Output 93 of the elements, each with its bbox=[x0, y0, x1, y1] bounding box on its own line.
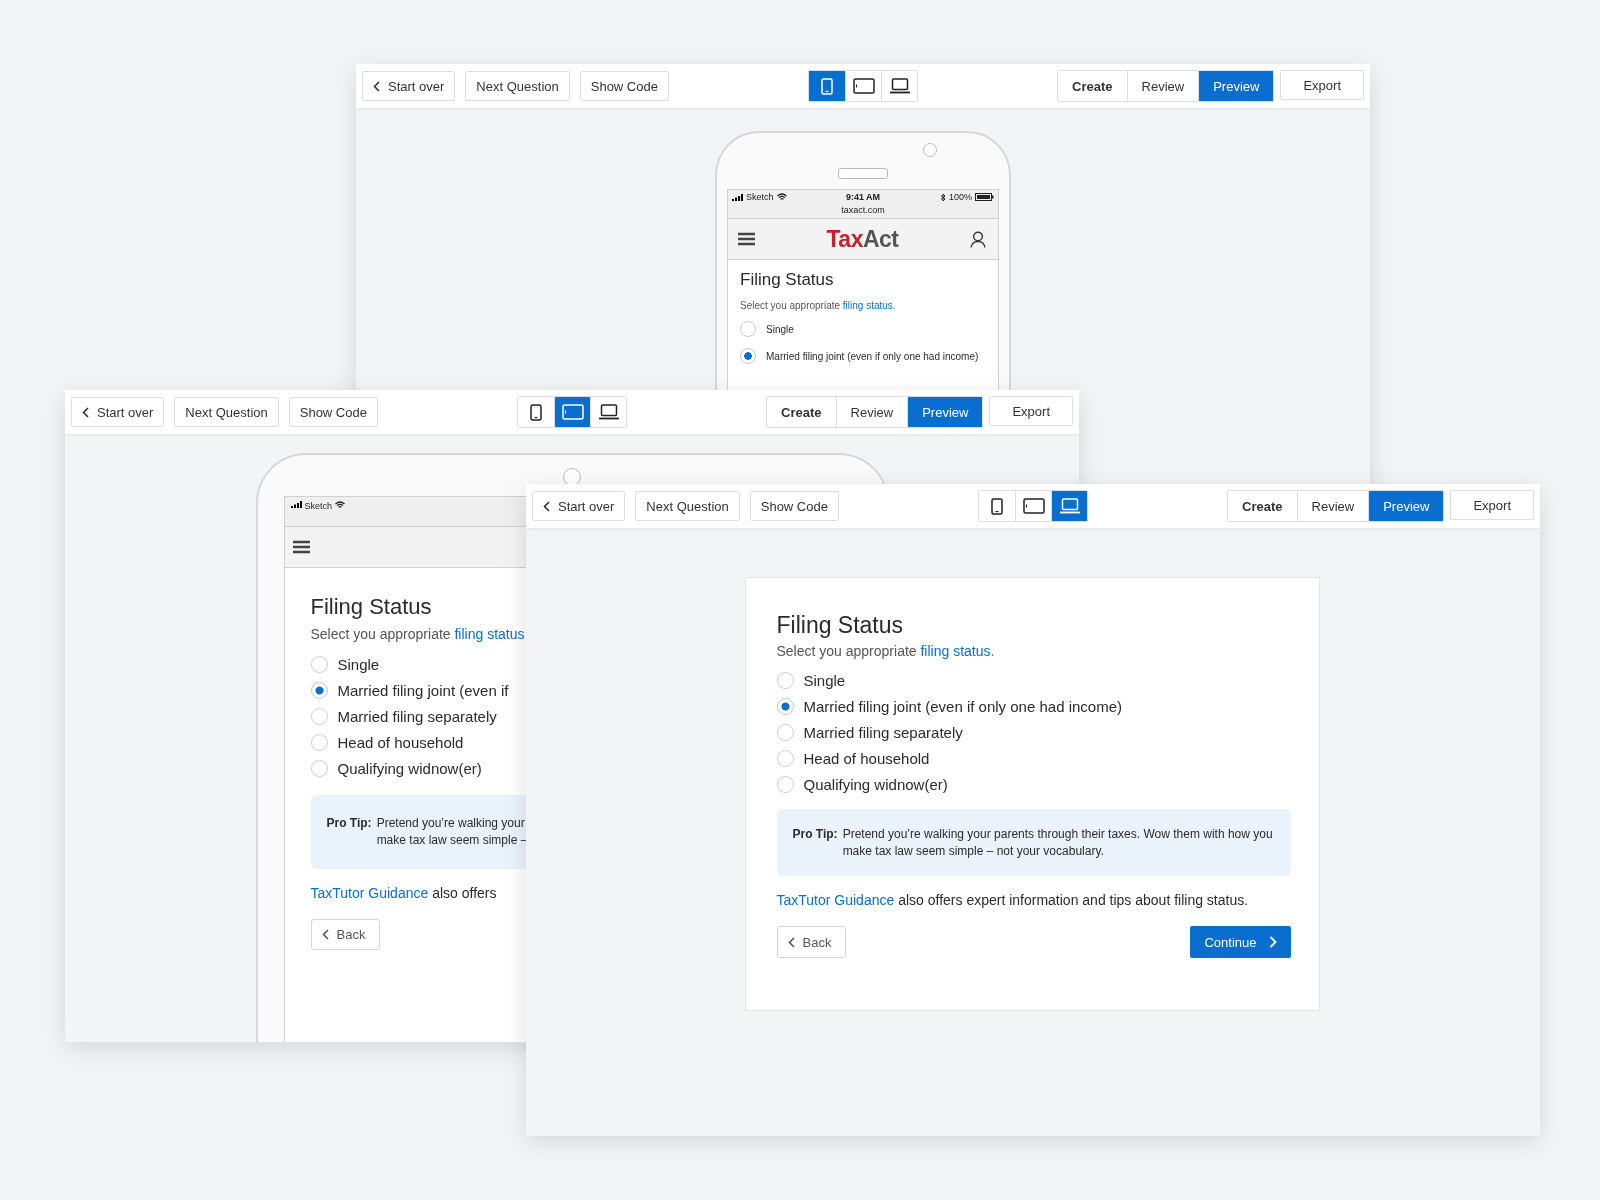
option-label: Single bbox=[766, 323, 794, 335]
camera-icon bbox=[923, 143, 937, 157]
tablet-icon bbox=[561, 404, 584, 420]
form-title: Filing Status bbox=[740, 270, 835, 290]
clock-text: 9:41 AM bbox=[845, 192, 881, 202]
continue-button[interactable]: Continue bbox=[1190, 926, 1291, 958]
radio-button[interactable] bbox=[310, 682, 328, 699]
export-button[interactable]: Export bbox=[1450, 490, 1534, 520]
signal-icon bbox=[732, 193, 743, 201]
device-toggle[interactable] bbox=[881, 71, 917, 101]
radio-button[interactable] bbox=[776, 698, 794, 715]
option-label: Single bbox=[337, 656, 380, 673]
device-toggle[interactable] bbox=[590, 397, 626, 427]
chevron-right-icon bbox=[1268, 936, 1277, 948]
chevron-left-icon bbox=[373, 80, 380, 92]
option-label: Qualifying widnow(er) bbox=[803, 776, 948, 793]
radio-button[interactable] bbox=[310, 656, 328, 673]
battery-icon bbox=[975, 193, 994, 201]
menu-icon[interactable] bbox=[292, 540, 310, 554]
intro-text: Select you appropriate filing status. bbox=[740, 300, 897, 311]
pro-tip-text: Pretend you’re walking your parents through their taxes. Wow them with how you make tax law seem simple – not your vocabulary. bbox=[842, 826, 1273, 860]
radio-button[interactable] bbox=[776, 776, 794, 793]
show-code-button[interactable]: Show Code bbox=[749, 491, 839, 521]
speaker-icon bbox=[838, 168, 888, 179]
option-label: Married filing joint (even if only one had income) bbox=[803, 698, 1122, 715]
export-button[interactable]: Export bbox=[1280, 70, 1364, 100]
mode-tab[interactable]: Preview bbox=[1198, 71, 1274, 101]
taxtutor-guidance-link[interactable]: TaxTutor Guidance bbox=[776, 892, 895, 908]
logo: TaxAct bbox=[826, 225, 899, 253]
back-button[interactable]: Back bbox=[310, 919, 381, 950]
laptop-icon bbox=[888, 78, 911, 94]
show-code-button[interactable]: Show Code bbox=[288, 397, 378, 427]
bluetooth-icon bbox=[939, 192, 946, 202]
option-label: Married filing joint (even if bbox=[337, 682, 509, 699]
phone-icon bbox=[530, 403, 542, 421]
carrier-text: Sketch bbox=[746, 192, 774, 202]
radio-button[interactable] bbox=[776, 724, 794, 741]
menu-icon[interactable] bbox=[738, 232, 755, 246]
option-label: Qualifying widnow(er) bbox=[337, 760, 482, 777]
device-toggle[interactable] bbox=[554, 397, 590, 427]
device-toggle[interactable] bbox=[1051, 491, 1087, 521]
option-label: Married filing separately bbox=[803, 724, 963, 741]
device-toggle[interactable] bbox=[809, 71, 845, 101]
option-label: Single bbox=[803, 672, 846, 689]
next-question-button[interactable]: Next Question bbox=[635, 491, 740, 521]
mode-tab[interactable]: Preview bbox=[907, 397, 983, 427]
option-label: Married filing joint (even if only one had income) bbox=[766, 350, 979, 362]
start-over-button[interactable]: Start over bbox=[362, 71, 456, 101]
radio-button[interactable] bbox=[310, 708, 328, 725]
radio-button[interactable] bbox=[740, 348, 756, 364]
wifi-icon bbox=[776, 193, 787, 201]
filing-status-link[interactable]: filing status. bbox=[842, 300, 896, 311]
tablet-icon bbox=[852, 78, 875, 94]
chevron-left-icon bbox=[321, 929, 329, 940]
chevron-left-icon bbox=[787, 936, 795, 948]
form-title: Filing Status bbox=[776, 612, 905, 639]
back-button[interactable]: Back bbox=[776, 926, 847, 958]
radio-button[interactable] bbox=[740, 321, 756, 337]
chevron-left-icon bbox=[543, 500, 550, 512]
show-code-button[interactable]: Show Code bbox=[579, 71, 669, 101]
taxtutor-guidance-link[interactable]: TaxTutor Guidance bbox=[310, 885, 429, 901]
start-over-button[interactable]: Start over bbox=[532, 491, 626, 521]
phone-icon bbox=[821, 77, 833, 95]
radio-button[interactable] bbox=[776, 672, 794, 689]
pro-tip-label: Pro Tip: bbox=[326, 815, 372, 832]
user-icon[interactable] bbox=[970, 230, 986, 248]
laptop-icon bbox=[597, 404, 620, 420]
url-text: taxact.com bbox=[840, 205, 886, 215]
export-button[interactable]: Export bbox=[989, 396, 1073, 426]
intro-text: Select you appropriate filing status. bbox=[776, 643, 996, 659]
radio-button[interactable] bbox=[310, 760, 328, 777]
pro-tip-label: Pro Tip: bbox=[792, 826, 838, 843]
option-label: Head of household bbox=[803, 750, 930, 767]
option-label: Head of household bbox=[337, 734, 464, 751]
start-over-button[interactable]: Start over bbox=[71, 397, 165, 427]
next-question-button[interactable]: Next Question bbox=[174, 397, 279, 427]
filing-status-link[interactable]: filing status bbox=[454, 626, 525, 642]
chevron-left-icon bbox=[82, 406, 89, 418]
wifi-icon bbox=[335, 501, 345, 509]
signal-icon bbox=[290, 501, 302, 508]
laptop-icon bbox=[1058, 498, 1081, 514]
guidance-text: TaxTutor Guidance also offers expert information and tips about filing status. bbox=[776, 892, 1250, 908]
radio-button[interactable] bbox=[310, 734, 328, 751]
phone-icon bbox=[991, 497, 1003, 515]
filing-status-link[interactable]: filing status. bbox=[920, 643, 995, 659]
mode-tab[interactable]: Preview bbox=[1368, 491, 1444, 521]
battery-text: 100% bbox=[948, 192, 972, 202]
next-question-button[interactable]: Next Question bbox=[465, 71, 570, 101]
carrier-text: Sketch bbox=[304, 501, 332, 511]
form-title: Filing Status bbox=[310, 594, 433, 620]
option-label: Married filing separately bbox=[337, 708, 497, 725]
tablet-icon bbox=[1022, 498, 1045, 514]
radio-button[interactable] bbox=[776, 750, 794, 767]
